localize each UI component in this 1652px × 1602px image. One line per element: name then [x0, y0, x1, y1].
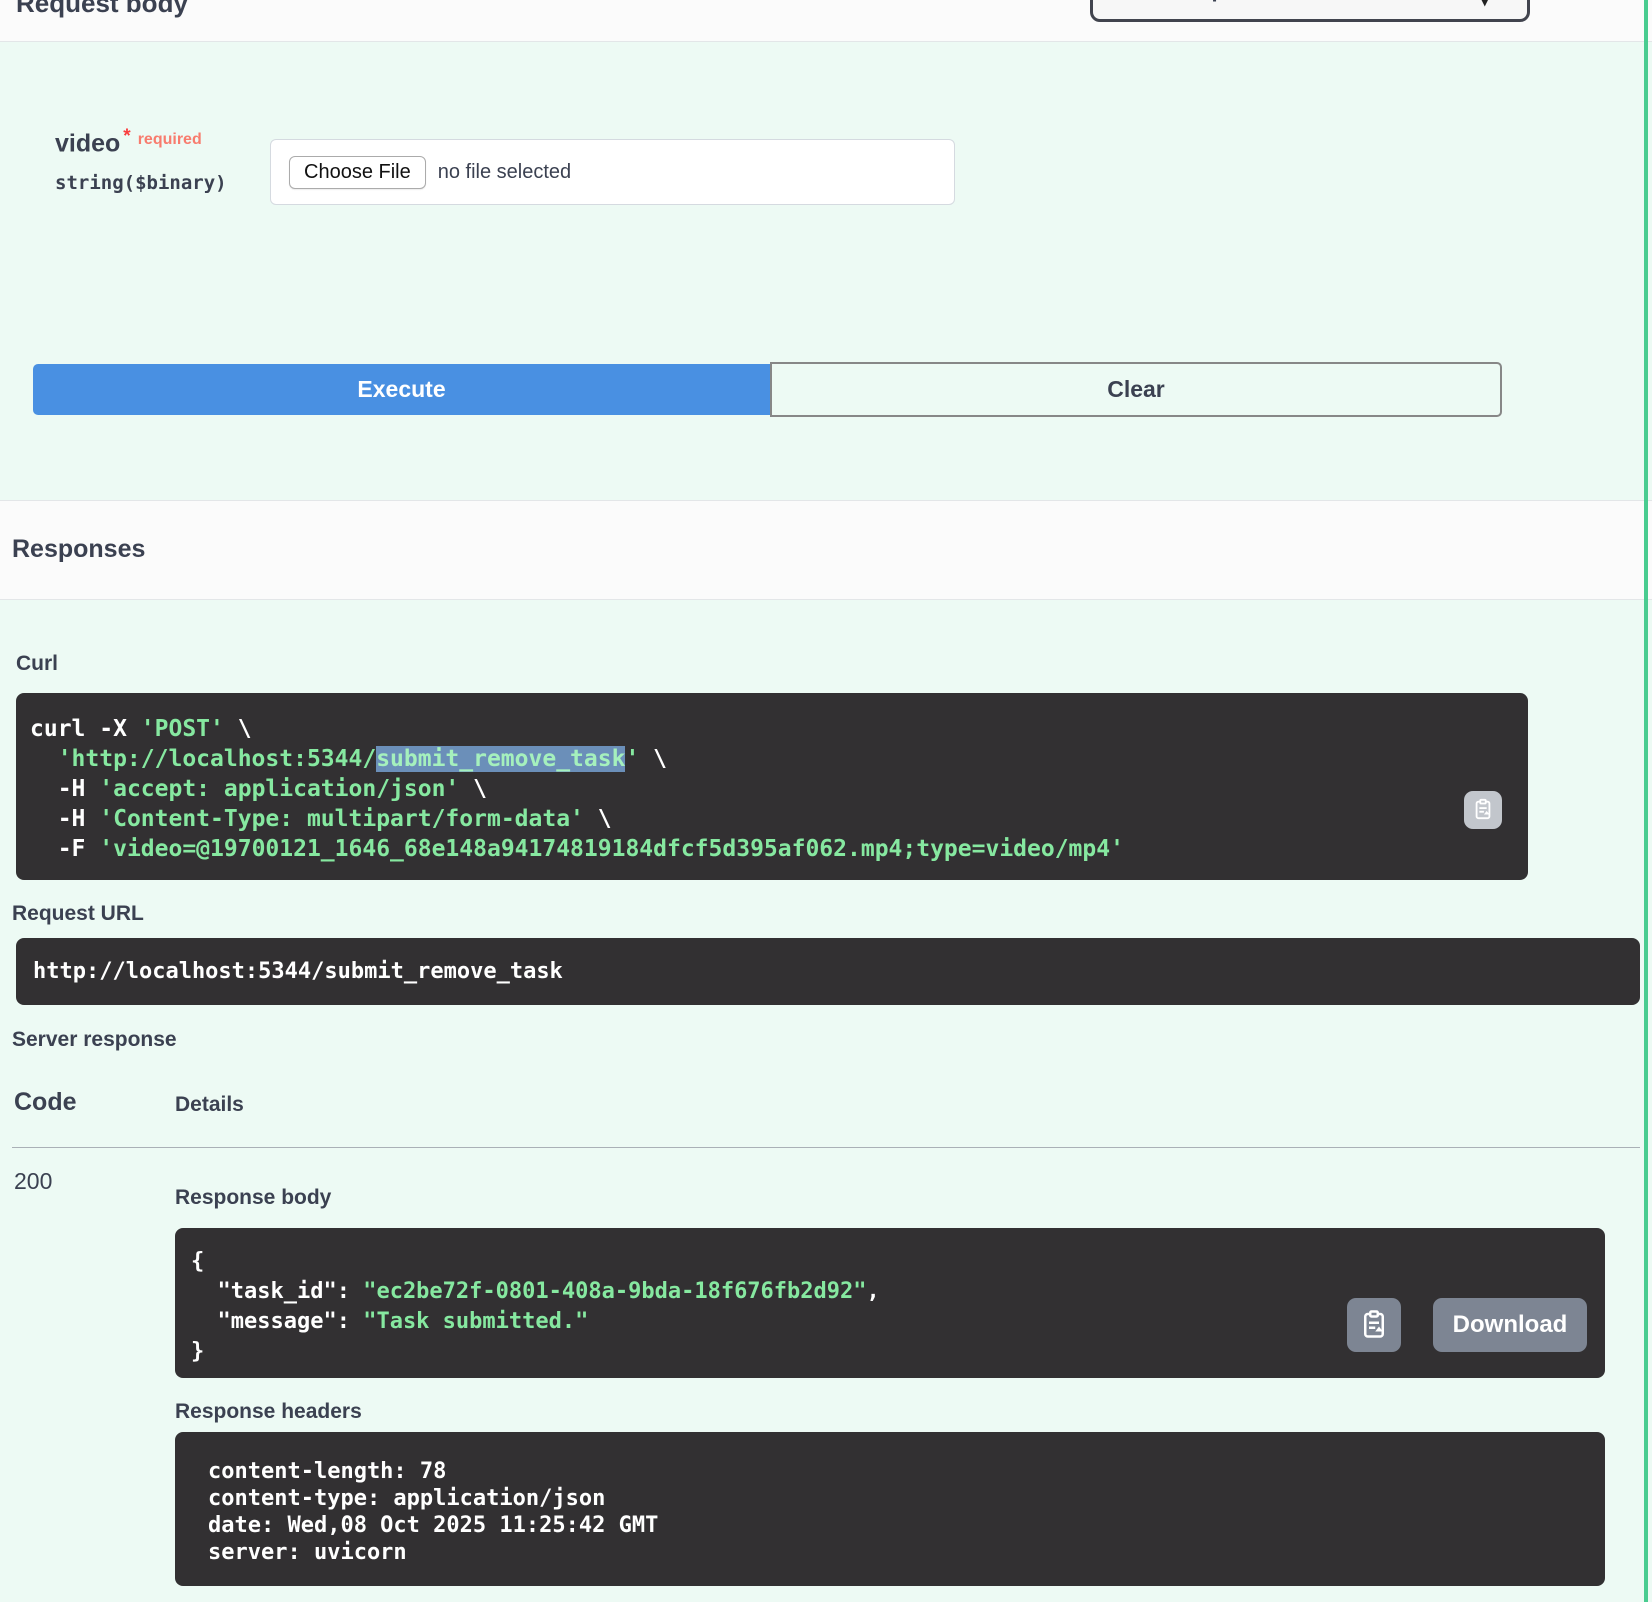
selected-text: submit_remove_task — [376, 746, 625, 772]
copy-icon — [1472, 798, 1494, 823]
content-type-selected-value: multipart/form-data — [1159, 0, 1361, 3]
curl-line-4: -H 'Content-Type: multipart/form-data' \ — [30, 804, 1514, 834]
curl-line-1: curl -X 'POST' \ — [30, 714, 1514, 744]
choose-file-button[interactable]: Choose File — [289, 156, 426, 189]
response-header-line: date: Wed,08 Oct 2025 11:25:42 GMT — [208, 1512, 1589, 1539]
download-button[interactable]: Download — [1433, 1298, 1587, 1352]
json-line-open: { — [191, 1247, 1589, 1277]
chevron-down-icon: ▾ — [1480, 0, 1489, 11]
param-name-video: video* required — [55, 126, 202, 158]
curl-line-5: -F 'video=@19700121_1646_68e148a94174819… — [30, 834, 1514, 864]
param-name-text: video — [55, 129, 120, 157]
request-body-section-header: Request body multipart/form-data ▾ — [0, 0, 1652, 42]
response-header-line: server: uvicorn — [208, 1539, 1589, 1566]
server-response-label: Server response — [12, 1028, 177, 1052]
execute-button[interactable]: Execute — [33, 364, 770, 415]
param-type: string($binary) — [55, 172, 227, 194]
request-url-block: http://localhost:5344/submit_remove_task — [16, 938, 1640, 1005]
swagger-operation-panel: Request body multipart/form-data ▾ video… — [0, 0, 1652, 1602]
request-body-title: Request body — [16, 0, 188, 19]
code-column-header: Code — [14, 1088, 77, 1117]
response-body-label: Response body — [175, 1186, 331, 1210]
curl-line-2: 'http://localhost:5344/submit_remove_tas… — [30, 744, 1514, 774]
file-upload-field[interactable]: Choose File no file selected — [270, 139, 955, 205]
copy-icon — [1359, 1309, 1389, 1342]
request-body-editor-area — [0, 42, 1652, 500]
response-header-line: content-length: 78 — [208, 1458, 1589, 1485]
responses-title: Responses — [12, 535, 145, 564]
curl-command-block: curl -X 'POST' \ 'http://localhost:5344/… — [16, 693, 1528, 880]
curl-line-3: -H 'accept: application/json' \ — [30, 774, 1514, 804]
status-code: 200 — [14, 1168, 52, 1195]
opblock-right-border — [1644, 0, 1648, 1602]
response-headers-label: Response headers — [175, 1400, 362, 1424]
response-header-line: content-type: application/json — [208, 1485, 1589, 1512]
clear-button[interactable]: Clear — [770, 362, 1502, 417]
required-label: required — [138, 131, 202, 148]
table-divider — [12, 1147, 1640, 1148]
copy-response-button[interactable] — [1347, 1298, 1401, 1352]
responses-section-header: Responses — [0, 500, 1652, 600]
response-headers-block: content-length: 78 content-type: applica… — [175, 1432, 1605, 1586]
curl-label: Curl — [16, 652, 58, 676]
request-url-value: http://localhost:5344/submit_remove_task — [33, 959, 563, 984]
details-column-header: Details — [175, 1093, 244, 1117]
copy-curl-button[interactable] — [1464, 791, 1502, 829]
request-url-label: Request URL — [12, 902, 144, 926]
content-type-dropdown[interactable]: multipart/form-data ▾ — [1090, 0, 1530, 22]
file-selected-status: no file selected — [438, 161, 571, 184]
required-asterisk: * — [123, 126, 130, 147]
